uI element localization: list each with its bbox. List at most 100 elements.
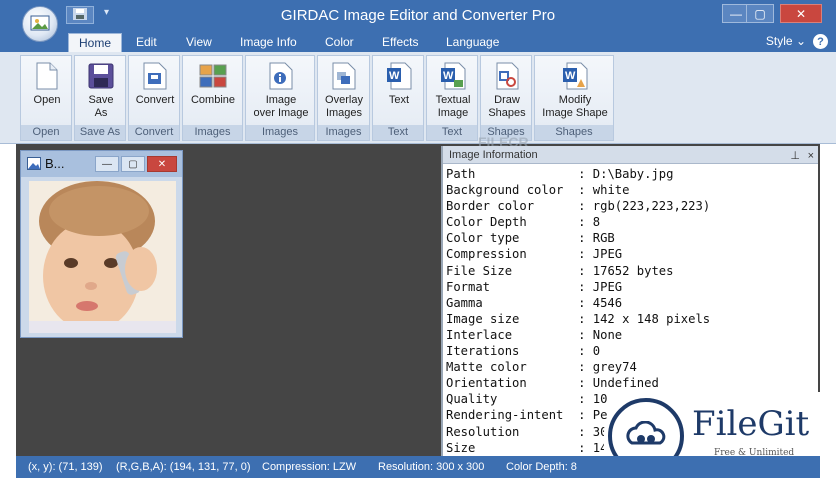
modify-shape-icon: W	[561, 60, 589, 92]
maximize-button[interactable]: ▢	[746, 4, 774, 23]
image-over-image-icon	[267, 60, 295, 92]
status-coordinates: (x, y): (71, 139)	[28, 461, 103, 473]
child-window-title: B...	[45, 156, 65, 171]
image-child-window[interactable]: B... — ▢ ✕	[20, 150, 183, 338]
tab-home[interactable]: Home	[68, 33, 123, 52]
info-row: Color type : RGB	[446, 230, 818, 246]
child-title-bar[interactable]: B... — ▢ ✕	[21, 151, 182, 177]
info-panel-close-icon[interactable]: ×	[808, 147, 814, 165]
status-rgba: (R,G,B,A): (194, 131, 77, 0)	[116, 461, 251, 473]
group-modify-shape: W Modify Image Shape Shapes	[534, 55, 614, 141]
overlay-images-icon	[330, 60, 358, 92]
info-panel-title: Image Information	[449, 149, 538, 161]
info-separator: :	[475, 440, 593, 455]
modify-image-shape-button[interactable]: W Modify Image Shape	[542, 58, 608, 124]
info-row: Path : D:\Baby.jpg	[446, 166, 818, 182]
image-over-image-button[interactable]: Image over Image	[253, 58, 309, 124]
info-separator: :	[519, 231, 593, 246]
draw-shapes-label: Draw Shapes	[488, 94, 526, 119]
info-key: Iterations	[446, 344, 520, 359]
group-label-save-as: Save As	[75, 125, 125, 140]
info-key: Size	[446, 440, 476, 455]
group-open: Open Open	[20, 55, 72, 141]
group-draw-shapes: Draw Shapes Shapes	[480, 55, 532, 141]
open-icon	[33, 60, 61, 92]
tab-edit[interactable]: Edit	[126, 33, 167, 52]
save-as-button[interactable]: Save As	[75, 58, 127, 124]
info-key: Quality	[446, 392, 498, 407]
textual-image-icon: W	[439, 60, 467, 92]
info-value: white	[592, 183, 630, 198]
convert-icon	[141, 60, 169, 92]
info-row: Border color : rgb(223,223,223)	[446, 198, 818, 214]
open-button[interactable]: Open	[21, 58, 73, 124]
group-label-shapes-2: Shapes	[535, 125, 613, 140]
help-icon[interactable]: ?	[813, 34, 828, 49]
svg-text:W: W	[443, 70, 454, 82]
combine-button[interactable]: Combine	[187, 58, 239, 124]
text-button[interactable]: W Text	[373, 58, 425, 124]
info-key: Path	[446, 167, 476, 181]
info-value: 8	[592, 215, 601, 230]
info-value: RGB	[592, 231, 615, 246]
textual-image-button[interactable]: W Textual Image	[427, 58, 479, 124]
info-separator: :	[482, 295, 593, 310]
tab-view[interactable]: View	[176, 33, 222, 52]
info-separator: :	[475, 167, 593, 181]
tab-image-info[interactable]: Image Info	[230, 33, 307, 52]
draw-shapes-button[interactable]: Draw Shapes	[481, 58, 533, 124]
overlay-images-button[interactable]: Overlay Images	[318, 58, 370, 124]
info-panel-title-bar: Image Information ⊥ ×	[443, 146, 818, 164]
style-menu[interactable]: Style ⌄	[766, 34, 806, 48]
child-maximize-button[interactable]: ▢	[121, 156, 145, 172]
convert-button[interactable]: Convert	[129, 58, 181, 124]
textual-image-label: Textual Image	[435, 94, 471, 119]
info-key: Border color	[446, 199, 535, 214]
info-key: Interlace	[446, 327, 513, 342]
group-label-convert: Convert	[129, 125, 179, 140]
app-menu-button[interactable]	[22, 6, 58, 42]
info-separator: :	[526, 360, 593, 375]
child-minimize-button[interactable]: —	[95, 156, 119, 172]
info-row: Interlace : None	[446, 327, 818, 343]
status-color-depth: Color Depth: 8	[506, 461, 577, 473]
info-separator: :	[526, 215, 593, 230]
group-label-text-2: Text	[427, 125, 477, 140]
info-key: Format	[446, 279, 491, 294]
info-key: Image size	[446, 311, 520, 326]
baby-photo[interactable]	[29, 181, 176, 333]
info-row: Orientation : Undefined	[446, 375, 818, 391]
info-row: Format : JPEG	[446, 279, 818, 295]
child-close-button[interactable]: ✕	[147, 156, 177, 172]
draw-shapes-icon	[493, 60, 521, 92]
ribbon: Open Open Save As Save As Convert Conver…	[0, 52, 836, 144]
info-value: rgb(223,223,223)	[592, 199, 711, 214]
pin-icon[interactable]: ⊥	[790, 147, 800, 165]
tab-language[interactable]: Language	[436, 33, 509, 52]
info-separator: :	[563, 183, 593, 198]
combine-icon	[199, 60, 227, 92]
info-separator: :	[519, 424, 593, 439]
info-row: Compression : JPEG	[446, 246, 818, 262]
convert-label: Convert	[135, 94, 175, 106]
group-label-images-2: Images	[246, 125, 314, 140]
save-as-label: Save As	[88, 94, 114, 119]
info-separator: :	[526, 376, 593, 391]
info-value: 0	[592, 344, 601, 359]
info-value: JPEG	[592, 279, 623, 294]
info-row: Color Depth : 8	[446, 214, 818, 230]
tab-color[interactable]: Color	[315, 33, 364, 52]
app-logo-icon	[30, 13, 50, 36]
info-value: D:\Baby.jpg	[592, 167, 674, 181]
info-separator: :	[519, 311, 593, 326]
info-separator: :	[497, 392, 593, 407]
info-value: 142 x 148 pixels	[592, 311, 711, 326]
info-value: Undefined	[592, 376, 659, 391]
group-label-open: Open	[21, 125, 71, 140]
modify-image-shape-label: Modify Image Shape	[542, 94, 608, 119]
info-key: Orientation	[446, 376, 527, 391]
image-file-icon	[27, 157, 41, 173]
tab-effects[interactable]: Effects	[372, 33, 428, 52]
chevron-down-icon: ⌄	[795, 34, 806, 48]
close-button[interactable]: ✕	[780, 4, 822, 23]
